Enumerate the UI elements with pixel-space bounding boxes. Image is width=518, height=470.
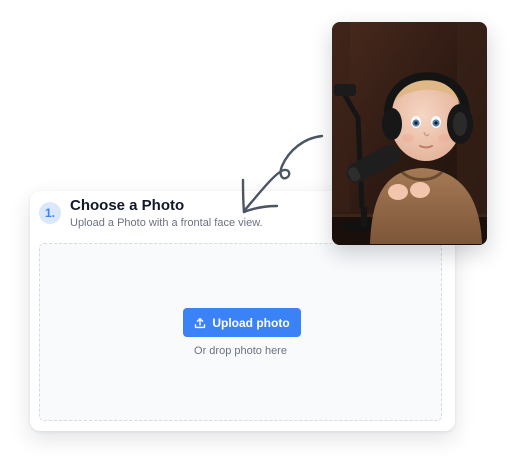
upload-icon: [194, 317, 206, 329]
upload-photo-label: Upload photo: [212, 315, 290, 330]
step-number-badge: 1.: [39, 202, 61, 224]
card-title: Choose a Photo: [70, 197, 185, 214]
upload-photo-button[interactable]: Upload photo: [183, 308, 301, 337]
drop-hint-text: Or drop photo here: [194, 345, 287, 357]
hand-drawn-arrow-icon: [234, 128, 329, 228]
photo-dropzone[interactable]: Upload photo Or drop photo here: [39, 243, 442, 421]
example-photo: [332, 22, 487, 245]
